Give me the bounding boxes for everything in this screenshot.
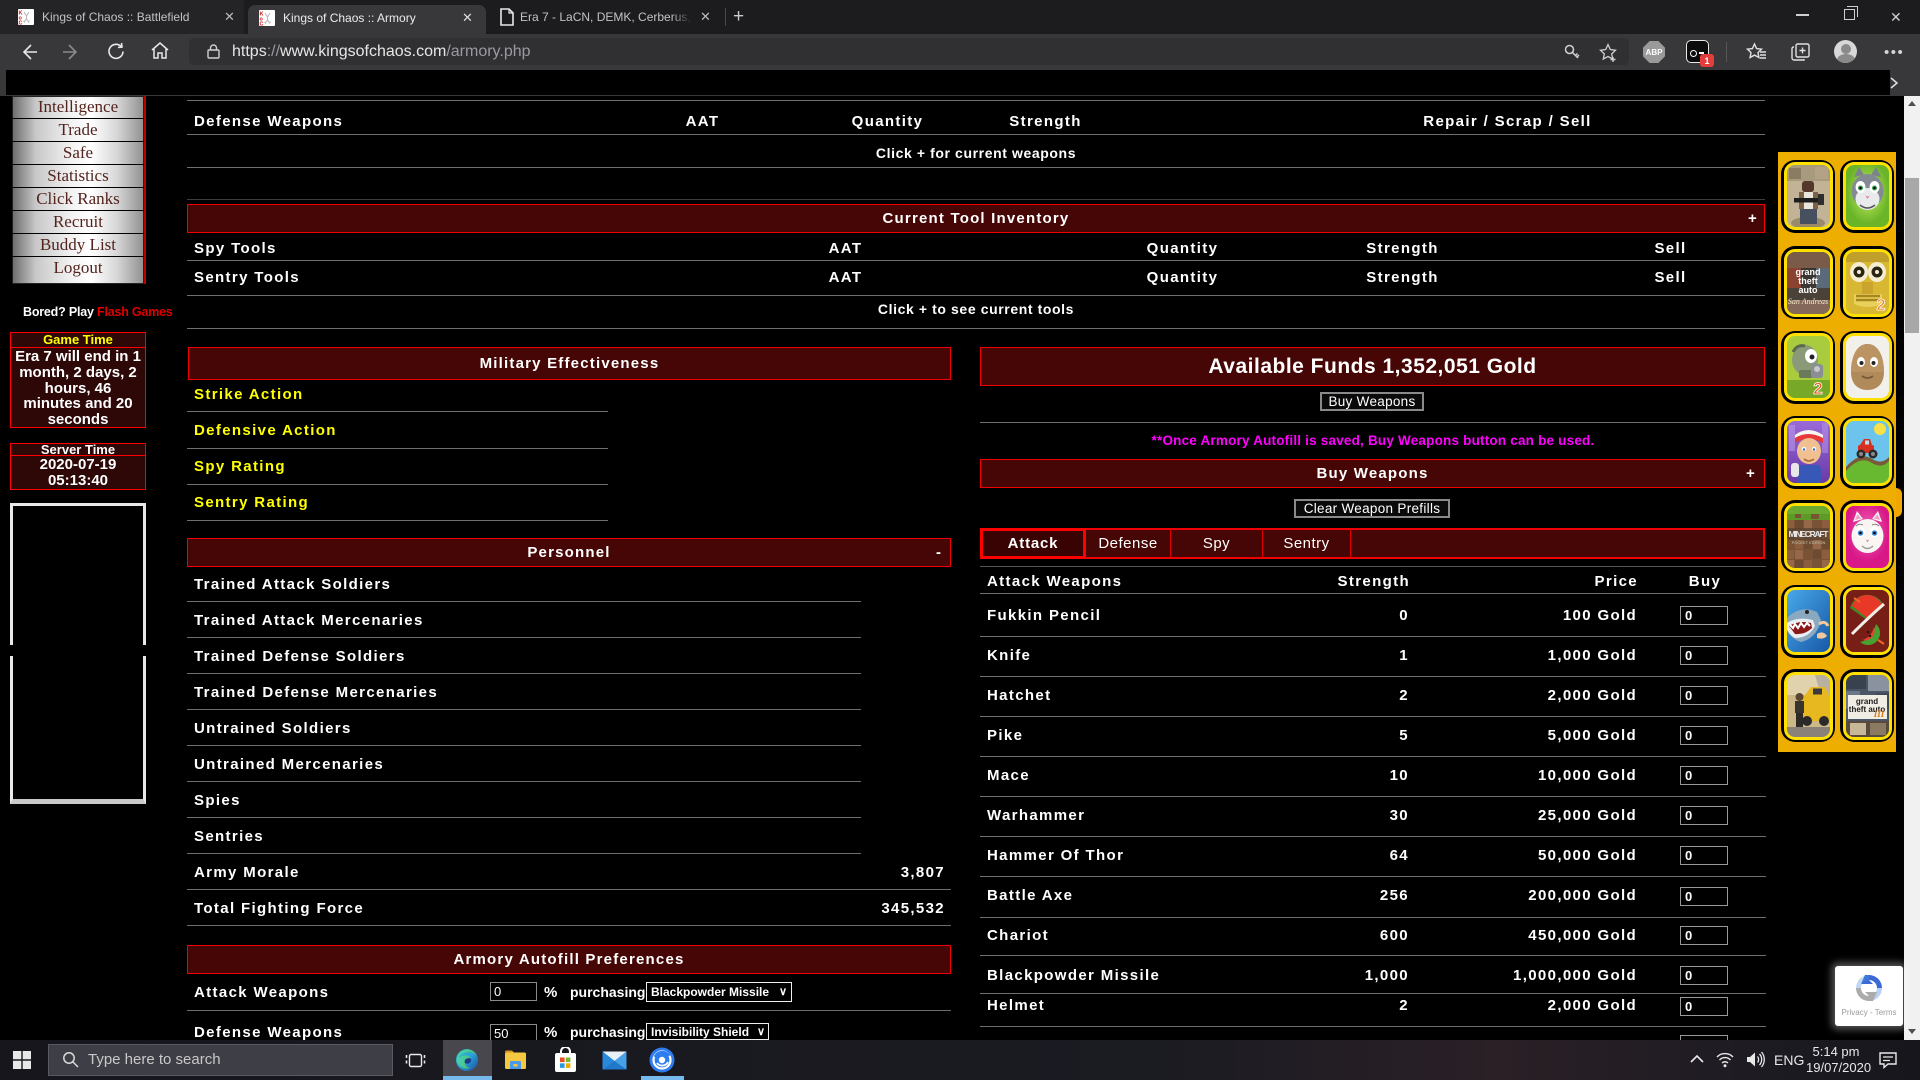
svg-text:2: 2 bbox=[1813, 379, 1822, 398]
svg-text:auto: auto bbox=[1798, 285, 1818, 295]
svg-text:MINECRAFT: MINECRAFT bbox=[1788, 529, 1829, 539]
svg-text:C: C bbox=[19, 21, 23, 26]
svg-text:III: III bbox=[1872, 709, 1884, 719]
svg-text:POCKET EDITION: POCKET EDITION bbox=[1791, 540, 1825, 545]
svg-text:2: 2 bbox=[1876, 297, 1885, 314]
svg-text:San Andreas: San Andreas bbox=[1787, 297, 1827, 306]
svg-text:C: C bbox=[260, 22, 264, 27]
